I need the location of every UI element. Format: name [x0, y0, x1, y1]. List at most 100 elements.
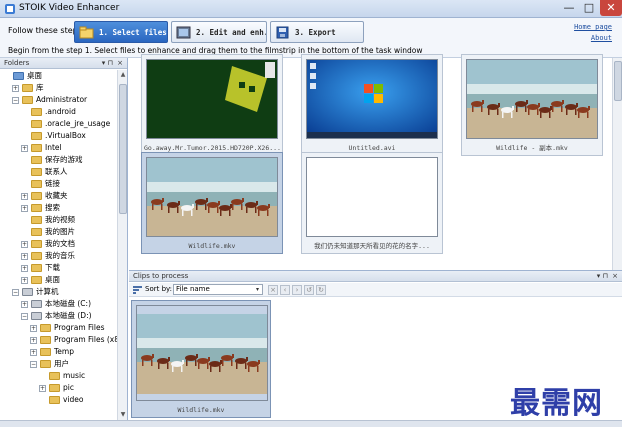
about-link[interactable]: About: [574, 33, 612, 44]
panel-close-icon[interactable]: ×: [117, 58, 123, 68]
clip-filename: Wildlife.mkv: [177, 406, 225, 414]
clip-tile[interactable]: Wildlife.mkv: [131, 300, 271, 418]
sort-value: File name: [176, 285, 210, 293]
scrollbar-thumb[interactable]: [119, 84, 127, 214]
tree-item[interactable]: + 库: [0, 82, 118, 94]
steps-bar: Follow these steps: 1. Select files 2. E…: [0, 18, 622, 58]
sort-label: Sort by:: [145, 285, 173, 293]
folder-icon: [31, 192, 42, 200]
sort-dropdown[interactable]: File name ▾: [173, 284, 263, 295]
tree-item[interactable]: 我的视频: [0, 214, 118, 226]
expand-icon[interactable]: +: [21, 145, 28, 152]
tree-item[interactable]: .VirtualBox: [0, 130, 118, 142]
expand-icon[interactable]: +: [30, 337, 37, 344]
tree-item[interactable]: + 桌面: [0, 274, 118, 286]
tree-item[interactable]: + Program Files: [0, 322, 118, 334]
folder-icon: [22, 84, 33, 92]
move-right-button[interactable]: ›: [292, 285, 302, 295]
tree-item-label: .oracle_jre_usage: [45, 119, 111, 128]
browser-scrollbar[interactable]: [612, 58, 622, 270]
drive-icon: [22, 288, 33, 296]
folder-icon: [31, 180, 42, 188]
drive-icon: [31, 312, 42, 320]
tree-item[interactable]: − 计算机: [0, 286, 118, 298]
folder-scrollbar[interactable]: ▲ ▼: [117, 70, 127, 420]
tree-item[interactable]: + 收藏夹: [0, 190, 118, 202]
clips-header: Clips to process ▾ ⊓ ×: [129, 271, 622, 282]
tree-item[interactable]: + 本地磁盘 (C:): [0, 298, 118, 310]
folder-icon: [31, 132, 42, 140]
expand-icon[interactable]: +: [21, 241, 28, 248]
tree-item[interactable]: + Program Files (x8: [0, 334, 118, 346]
home-page-link[interactable]: Home page: [574, 22, 612, 33]
move-left-button[interactable]: ‹: [280, 285, 290, 295]
tree-item[interactable]: 桌面: [0, 70, 118, 82]
expand-icon[interactable]: +: [39, 385, 46, 392]
tree-item[interactable]: + 我的音乐: [0, 250, 118, 262]
rotate-right-button[interactable]: ↻: [316, 285, 326, 295]
rotate-left-button[interactable]: ↺: [304, 285, 314, 295]
tree-item[interactable]: 保存的游戏: [0, 154, 118, 166]
expand-icon[interactable]: +: [30, 349, 37, 356]
expand-icon[interactable]: +: [21, 193, 28, 200]
folders-title: Folders: [4, 59, 30, 67]
video-thumbnail-tile[interactable]: Go.away.Mr.Tumor.2015.HD720P.X26...: [141, 54, 283, 156]
tree-item[interactable]: − 用户: [0, 358, 118, 370]
expand-icon[interactable]: +: [21, 277, 28, 284]
folder-icon: [31, 168, 42, 176]
tree-item[interactable]: 链接: [0, 178, 118, 190]
expand-icon[interactable]: +: [21, 205, 28, 212]
tree-item[interactable]: + Temp: [0, 346, 118, 358]
tree-item[interactable]: + 我的文档: [0, 238, 118, 250]
tree-item[interactable]: + 下载: [0, 262, 118, 274]
video-thumbnail-tile[interactable]: Wildlife.mkv: [141, 152, 283, 254]
expand-icon[interactable]: +: [21, 265, 28, 272]
folder-icon: [49, 396, 60, 404]
expand-icon[interactable]: +: [12, 85, 19, 92]
tree-item[interactable]: − 本地磁盘 (D:): [0, 310, 118, 322]
tree-item[interactable]: + pic: [0, 382, 118, 394]
maximize-button[interactable]: □: [580, 0, 598, 16]
pin-icon[interactable]: ▾ ⊓: [102, 58, 113, 68]
scroll-up-icon[interactable]: ▲: [119, 71, 127, 79]
video-thumbnail-tile[interactable]: Untitled.avi: [301, 54, 443, 156]
tree-item[interactable]: .oracle_jre_usage: [0, 118, 118, 130]
expand-icon[interactable]: +: [30, 325, 37, 332]
tree-item[interactable]: 我的图片: [0, 226, 118, 238]
expand-icon[interactable]: +: [21, 301, 28, 308]
step-export-button[interactable]: 3. Export: [270, 21, 364, 43]
panel-close-icon[interactable]: ×: [612, 271, 618, 281]
tree-item[interactable]: 联系人: [0, 166, 118, 178]
tree-item[interactable]: music: [0, 370, 118, 382]
tree-item-label: 搜索: [45, 203, 60, 212]
remove-clip-button[interactable]: ×: [268, 285, 278, 295]
export-icon: [276, 26, 289, 39]
scroll-down-icon[interactable]: ▼: [119, 411, 127, 419]
folder-icon: [49, 384, 60, 392]
tree-item-label: Administrator: [36, 95, 88, 104]
tree-item[interactable]: video: [0, 394, 118, 406]
step-edit-enhance-button[interactable]: 2. Edit and enh...: [171, 21, 267, 43]
folder-icon: [49, 372, 60, 380]
collapse-icon[interactable]: −: [12, 97, 19, 104]
minimize-button[interactable]: —: [560, 0, 578, 16]
collapse-icon[interactable]: −: [21, 313, 28, 320]
tree-item[interactable]: + Intel: [0, 142, 118, 154]
tree-item-label: 本地磁盘 (C:): [45, 299, 91, 308]
tree-item[interactable]: − Administrator: [0, 94, 118, 106]
video-thumbnail-tile[interactable]: 我们仍未知道那天所看见的花的名字...: [301, 152, 443, 254]
tree-item-label: pic: [63, 383, 74, 392]
tree-item[interactable]: + 搜索: [0, 202, 118, 214]
close-button[interactable]: ✕: [600, 0, 622, 16]
step-select-files-button[interactable]: 1. Select files: [74, 21, 168, 43]
folder-tree: 桌面 + 库 − Administrator .android .oracle_jre_us…: [0, 70, 118, 420]
collapse-icon[interactable]: −: [30, 361, 37, 368]
collapse-icon[interactable]: −: [12, 289, 19, 296]
expand-icon[interactable]: +: [21, 253, 28, 260]
scrollbar-thumb[interactable]: [614, 61, 622, 101]
video-thumbnail-tile[interactable]: Wildlife - 副本.mkv: [461, 54, 603, 156]
video-filename: Go.away.Mr.Tumor.2015.HD720P.X26...: [144, 144, 280, 152]
tree-item[interactable]: .android: [0, 106, 118, 118]
pin-icon[interactable]: ▾ ⊓: [597, 271, 608, 281]
folder-icon: [13, 72, 24, 80]
